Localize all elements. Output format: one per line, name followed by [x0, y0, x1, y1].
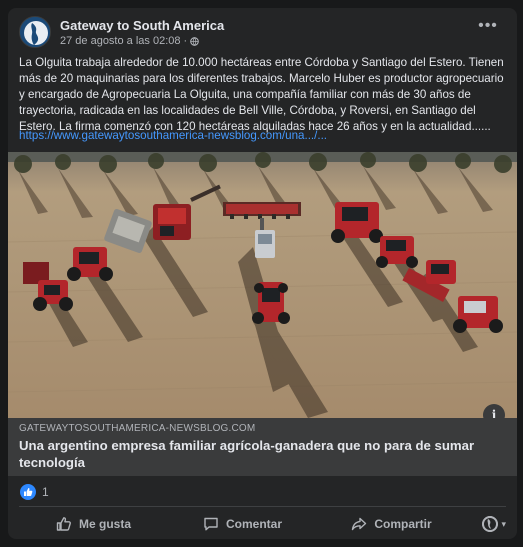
chevron-down-icon: ▾	[501, 518, 506, 529]
globe-logo	[20, 17, 50, 47]
divider	[19, 506, 506, 507]
link-title[interactable]: Una argentino empresa familiar agrícola-…	[19, 437, 489, 471]
meta-separator: ·	[183, 35, 188, 47]
reaction-count: 1	[42, 485, 49, 499]
globe-icon	[190, 36, 199, 46]
comment-icon	[204, 517, 218, 531]
share-label: Compartir	[374, 517, 432, 531]
page-name[interactable]: Gateway to South America	[60, 18, 224, 33]
post-image[interactable]: i	[8, 152, 517, 418]
comment-button[interactable]: Comentar	[168, 516, 317, 532]
tractors-aerial-photo	[8, 152, 517, 418]
post-meta: 27 de agosto a las 02:08 ·	[60, 35, 199, 47]
like-label: Me gusta	[78, 517, 131, 531]
like-icon	[56, 517, 71, 531]
share-button[interactable]: Compartir	[317, 516, 466, 532]
link-domain: GATEWAYTOSOUTHAMERICA-NEWSBLOG.COM	[19, 423, 256, 434]
page-avatar[interactable]	[19, 16, 51, 48]
post-link[interactable]: https://www.gatewaytosouthamerica-newsbl…	[19, 129, 327, 142]
like-button[interactable]: Me gusta	[19, 516, 168, 532]
action-bar: Me gusta Comentar Compartir ▾	[19, 511, 506, 537]
share-icon	[352, 517, 367, 531]
more-icon[interactable]: •••	[476, 18, 500, 40]
post-header: Gateway to South America 27 de agosto a …	[19, 14, 506, 50]
comment-label: Comentar	[225, 517, 282, 531]
reactions-summary[interactable]: 1	[20, 484, 49, 500]
link-preview[interactable]: GATEWAYTOSOUTHAMERICA-NEWSBLOG.COM Una a…	[8, 418, 517, 476]
post-text: La Olguita trabaja alrededor de 10.000 h…	[19, 56, 504, 133]
audience-selector[interactable]: ▾	[466, 516, 506, 532]
audience-globe-icon	[482, 516, 499, 532]
post-timestamp[interactable]: 27 de agosto a las 02:08	[60, 35, 180, 47]
post-card: Gateway to South America 27 de agosto a …	[8, 8, 517, 539]
like-reaction-icon	[20, 484, 36, 500]
